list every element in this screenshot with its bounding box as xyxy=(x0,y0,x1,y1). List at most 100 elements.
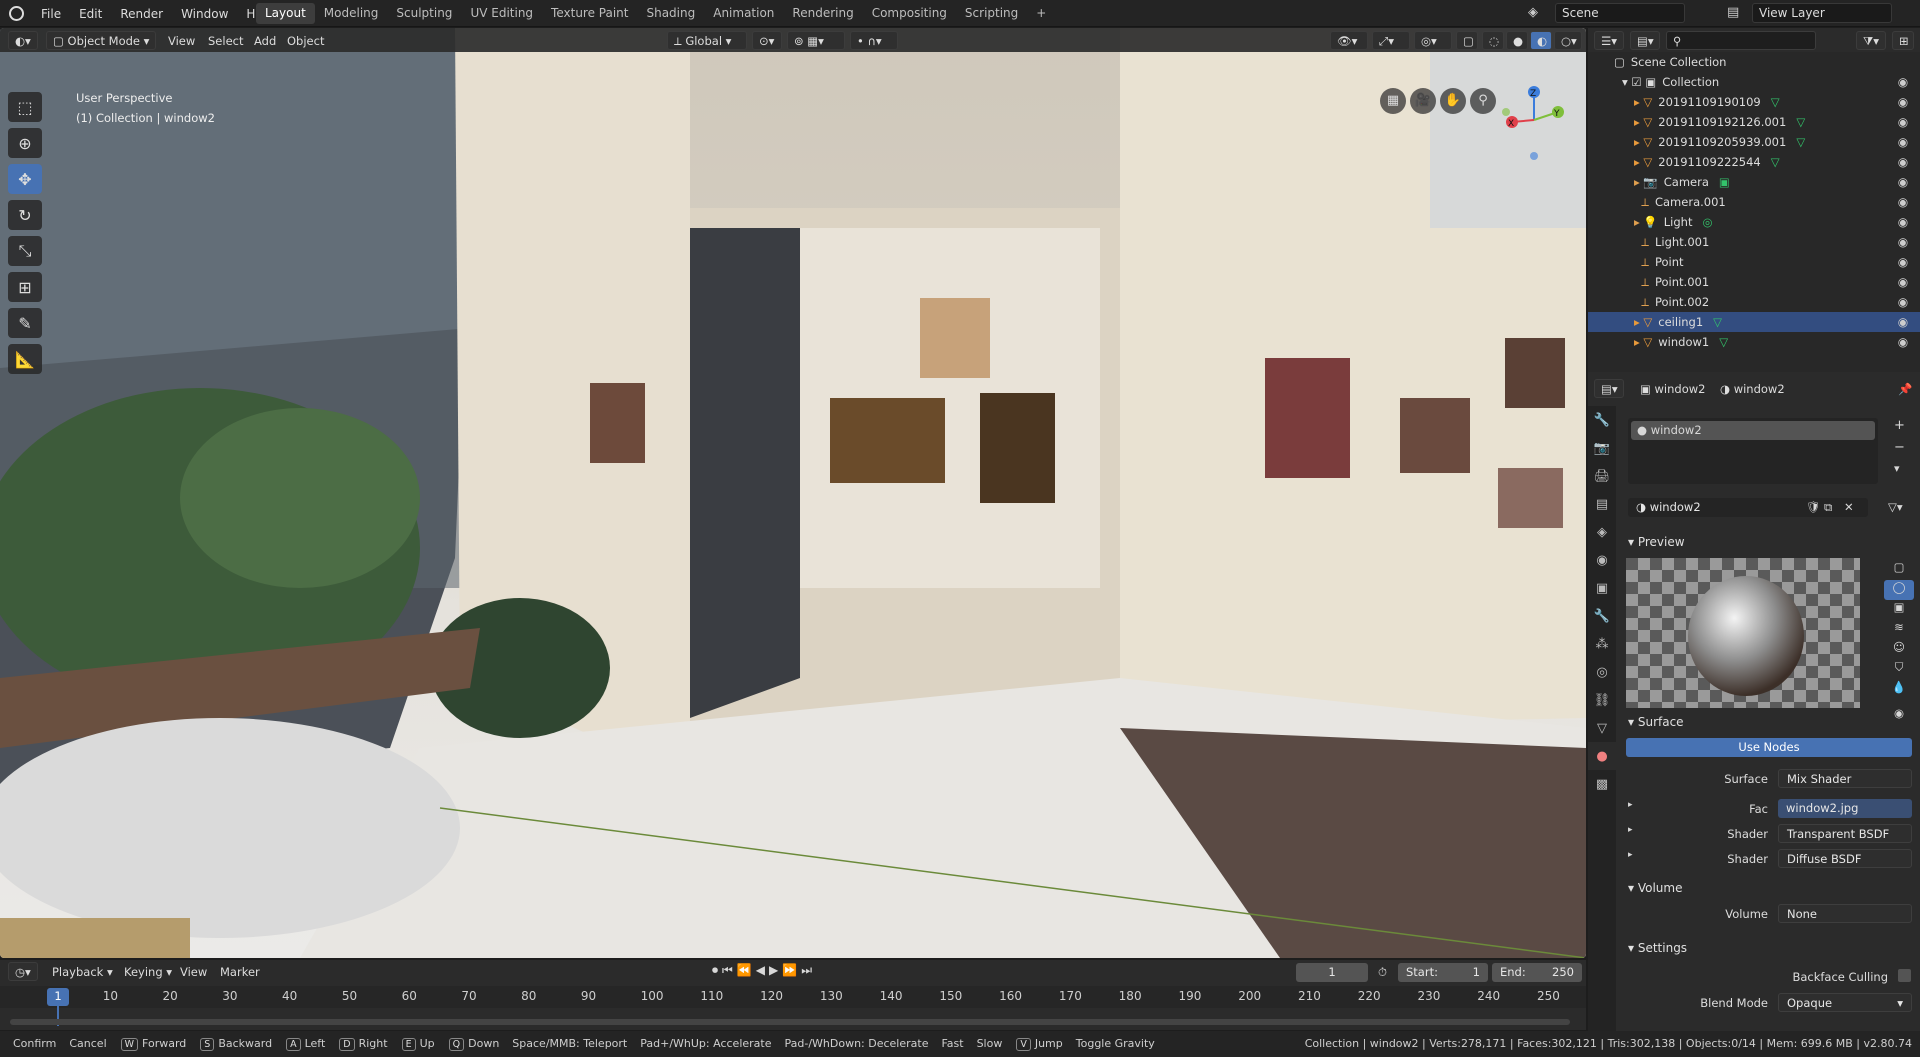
menu-view[interactable]: View xyxy=(168,34,195,48)
physics-tab-icon[interactable]: ◎ xyxy=(1588,658,1616,686)
view-layer-icon[interactable]: ▤ xyxy=(1727,5,1739,20)
object-data-icon[interactable]: ▣ xyxy=(1719,175,1730,189)
axis-gizmo[interactable]: Z Y X xyxy=(1496,82,1576,162)
output-tab-icon[interactable]: 🖨 xyxy=(1588,462,1616,490)
annotate-icon[interactable]: ✎ xyxy=(8,308,42,338)
constraints-tab-icon[interactable]: ⛓ xyxy=(1588,686,1616,714)
fac-expand-icon[interactable]: ▸ xyxy=(1628,800,1633,810)
camera-view-icon[interactable]: 🎥 xyxy=(1410,88,1436,114)
outliner-item[interactable]: ⟂ Light.001 ◉ xyxy=(1588,232,1920,252)
current-frame-input[interactable]: 1 xyxy=(1296,963,1368,982)
rotate-icon[interactable]: ↻ xyxy=(8,200,42,230)
3d-viewport[interactable]: ◐▾ ▢ Object Mode ▾ View Select Add Objec… xyxy=(0,28,1586,958)
tab-layout[interactable]: Layout xyxy=(256,3,315,24)
slot-menu-icon[interactable]: ▾ xyxy=(1894,462,1900,475)
outliner-item[interactable]: ⟂ Point.001 ◉ xyxy=(1588,272,1920,292)
outliner-item[interactable]: ▸ ▽ ceiling1 ▽ ◉ xyxy=(1588,312,1920,332)
render-tab-icon[interactable]: 📷 xyxy=(1588,434,1616,462)
material-slot-item[interactable]: ● window2 xyxy=(1631,421,1875,440)
shader1-input[interactable]: Transparent BSDF xyxy=(1778,824,1912,843)
tab-compositing[interactable]: Compositing xyxy=(863,3,956,24)
eye-icon[interactable]: ◉ xyxy=(1896,115,1910,129)
outliner-item[interactable]: ▸ 💡 Light ◎ ◉ xyxy=(1588,212,1920,232)
menu-keying[interactable]: Keying ▾ xyxy=(124,965,172,979)
preview-cube-icon[interactable]: ▣ xyxy=(1884,600,1914,620)
fac-input[interactable]: window2.jpg xyxy=(1778,799,1912,818)
preview-section-header[interactable]: ▾ Preview xyxy=(1618,530,1920,554)
menu-playback[interactable]: Playback ▾ xyxy=(52,965,113,979)
shading-material-button[interactable]: ◐ xyxy=(1530,31,1552,50)
snap-button[interactable]: ⊚ ▦▾ xyxy=(787,31,845,50)
prev-keyframe-icon[interactable]: ⏪ xyxy=(737,963,752,978)
object-data-icon[interactable]: ▽ xyxy=(1796,115,1805,129)
transform-icon[interactable]: ⊞ xyxy=(8,272,42,302)
eye-icon[interactable]: ◉ xyxy=(1896,175,1910,189)
tab-sculpting[interactable]: Sculpting xyxy=(387,3,461,24)
record-icon[interactable]: ⏺ xyxy=(712,963,718,978)
use-nodes-button[interactable]: Use Nodes xyxy=(1626,738,1912,757)
modifier-tab-icon[interactable]: 🔧 xyxy=(1588,602,1616,630)
object-data-icon[interactable]: ▽ xyxy=(1771,95,1780,109)
add-workspace-icon[interactable]: + xyxy=(1027,3,1055,24)
scene-tab-icon[interactable]: ◈ xyxy=(1588,518,1616,546)
eye-icon[interactable]: ◉ xyxy=(1896,195,1910,209)
slot-add-icon[interactable]: + xyxy=(1894,418,1905,433)
outliner-editor-type[interactable]: ☰▾ xyxy=(1594,31,1624,50)
menu-file[interactable]: File xyxy=(32,7,70,21)
tab-shading[interactable]: Shading xyxy=(637,3,704,24)
tab-modeling[interactable]: Modeling xyxy=(315,3,388,24)
editor-type-button[interactable]: ◐▾ xyxy=(8,31,38,50)
timeline-scrollbar[interactable] xyxy=(10,1019,1570,1025)
tab-rendering[interactable]: Rendering xyxy=(783,3,862,24)
tab-scripting[interactable]: Scripting xyxy=(956,3,1027,24)
object-data-icon[interactable]: ▽ xyxy=(1796,135,1805,149)
menu-timeline-view[interactable]: View xyxy=(180,965,207,979)
eye-icon[interactable]: ◉ xyxy=(1896,95,1910,109)
eye-icon[interactable]: ◉ xyxy=(1896,315,1910,329)
menu-select[interactable]: Select xyxy=(208,34,243,48)
surface-shader-selector[interactable]: Mix Shader xyxy=(1778,769,1912,788)
backface-culling-checkbox[interactable] xyxy=(1898,969,1911,982)
perspective-toggle-icon[interactable]: ▦ xyxy=(1380,88,1406,114)
material-slot-list[interactable]: ● window2 xyxy=(1628,418,1878,484)
outliner-item[interactable]: ▸ ▽ 20191109190109 ▽ ◉ xyxy=(1588,92,1920,112)
outliner-item[interactable]: ⟂ Point ◉ xyxy=(1588,252,1920,272)
jump-start-icon[interactable]: ⏮ xyxy=(722,963,733,978)
outliner-item[interactable]: ▸ ▽ 20191109222544 ▽ ◉ xyxy=(1588,152,1920,172)
scene-selector[interactable]: Scene xyxy=(1555,3,1685,23)
eye-icon[interactable]: ◉ xyxy=(1896,275,1910,289)
preview-sphere-icon[interactable]: ◯ xyxy=(1884,580,1914,600)
object-data-icon[interactable]: ◎ xyxy=(1702,215,1712,229)
select-box-icon[interactable]: ⬚ xyxy=(8,92,42,122)
menu-window[interactable]: Window xyxy=(172,7,237,21)
tab-uv-editing[interactable]: UV Editing xyxy=(461,3,542,24)
material-fake-user-icon[interactable]: 🛡 xyxy=(1806,500,1821,514)
pivot-point-button[interactable]: ⊙▾ xyxy=(752,31,782,50)
preview-flat-icon[interactable]: ▢ xyxy=(1884,560,1914,580)
outliner-item[interactable]: ▸ ▽ 20191109192126.001 ▽ ◉ xyxy=(1588,112,1920,132)
material-duplicate-icon[interactable]: ⧉ xyxy=(1824,500,1832,515)
mode-selector[interactable]: ▢ Object Mode ▾ xyxy=(46,31,156,50)
eye-icon[interactable]: ◉ xyxy=(1896,295,1910,309)
preview-monkey-icon[interactable]: ☺ xyxy=(1884,640,1914,660)
shading-solid-button[interactable]: ● xyxy=(1506,31,1528,50)
volume-section-header[interactable]: ▾ Volume xyxy=(1618,876,1920,900)
slot-remove-icon[interactable]: − xyxy=(1894,440,1905,455)
next-keyframe-icon[interactable]: ⏩ xyxy=(782,963,797,978)
world-tab-icon[interactable]: ◉ xyxy=(1588,546,1616,574)
eye-icon[interactable]: ◉ xyxy=(1896,215,1910,229)
blend-mode-selector[interactable]: Opaque ▾ xyxy=(1778,993,1912,1012)
outliner-item[interactable]: ▸ 📷 Camera ▣ ◉ xyxy=(1588,172,1920,192)
eye-icon[interactable]: ◉ xyxy=(1896,255,1910,269)
play-reverse-icon[interactable]: ◀ xyxy=(756,963,765,978)
overlay-toggle-button[interactable]: ◎▾ xyxy=(1414,31,1452,50)
object-data-icon[interactable]: ▽ xyxy=(1719,335,1728,349)
texture-tab-icon[interactable]: ▩ xyxy=(1588,770,1616,798)
material-tab-icon[interactable]: ● xyxy=(1588,742,1616,770)
menu-object[interactable]: Object xyxy=(287,34,324,48)
preview-hair-icon[interactable]: ≋ xyxy=(1884,620,1914,640)
eye-icon[interactable]: ◉ xyxy=(1896,135,1910,149)
menu-render[interactable]: Render xyxy=(111,7,172,21)
object-tab-icon[interactable]: ▣ xyxy=(1588,574,1616,602)
shading-wireframe-button[interactable]: ◌ xyxy=(1482,31,1504,50)
